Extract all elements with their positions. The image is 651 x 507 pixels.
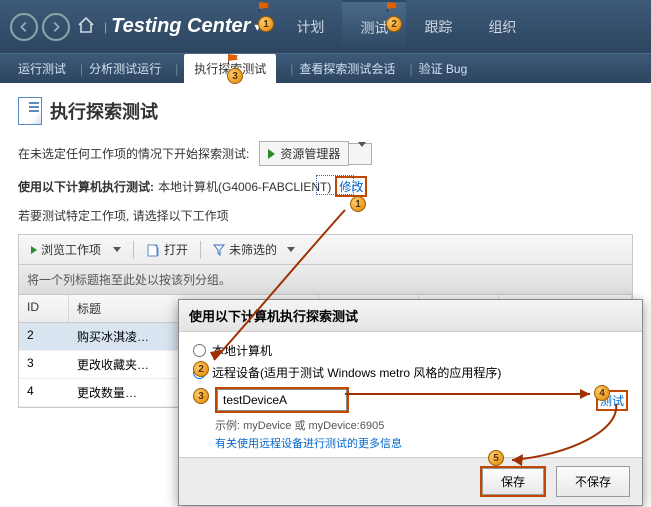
machine-value: 本地计算机(G4006-FABCLIENT)	[158, 178, 331, 195]
app-header: | Testing Center ▾ 计划 测试 跟踪 组织	[0, 0, 651, 53]
dontsave-button[interactable]: 不保存	[556, 466, 630, 497]
dialog-title: 使用以下计算机执行探索测试	[179, 300, 642, 332]
group-by-hint: 将一个列标题拖至此处以按该列分组。	[18, 265, 633, 295]
back-button[interactable]	[10, 13, 38, 41]
play-icon	[268, 149, 275, 159]
device-input[interactable]	[217, 389, 347, 411]
subnav-analyze[interactable]: 分析测试运行	[89, 60, 161, 77]
start-label: 在未选定任何工作项的情况下开始探索测试:	[18, 145, 249, 162]
open-icon	[146, 243, 160, 257]
explorer-dropdown[interactable]	[349, 143, 372, 165]
page-icon	[18, 97, 42, 125]
page-title: 执行探索测试	[50, 98, 158, 124]
filter-button[interactable]: 未筛选的	[207, 239, 301, 260]
callout-badge: 5	[488, 450, 504, 466]
subnav-review[interactable]: 查看探索测试会话	[299, 60, 395, 77]
open-button[interactable]: 打开	[140, 239, 194, 260]
callout-badge: 3	[193, 388, 209, 404]
callout-flag: 1	[256, 10, 278, 32]
machine-dialog: 使用以下计算机执行探索测试 本地计算机 远程设备(适用于测试 Windows m…	[178, 299, 643, 506]
subnav-verify[interactable]: 验证 Bug	[419, 60, 468, 77]
col-id[interactable]: ID	[19, 295, 69, 322]
explorer-button[interactable]: 资源管理器	[259, 141, 349, 166]
forward-button[interactable]	[42, 13, 70, 41]
radio-local-label: 本地计算机	[212, 342, 272, 359]
focus-outline	[316, 175, 354, 195]
grid-toolbar: 浏览工作项 打开 未筛选的	[18, 234, 633, 265]
tab-org[interactable]: 组织	[470, 0, 534, 53]
funnel-icon	[213, 244, 225, 256]
sub-nav: 运行测试 | 分析测试运行 | 执行探索测试 | 查看探索测试会话 | 验证 B…	[0, 53, 651, 83]
device-hint: 示例: myDevice 或 myDevice:6905	[215, 417, 628, 433]
subnav-run[interactable]: 运行测试	[18, 60, 66, 77]
info-link[interactable]: 有关使用远程设备进行测试的更多信息	[215, 435, 628, 451]
pick-label: 若要测试特定工作项, 请选择以下工作项	[18, 207, 229, 224]
home-button[interactable]	[76, 15, 96, 38]
browse-button[interactable]: 浏览工作项	[25, 239, 127, 260]
tab-track[interactable]: 跟踪	[406, 0, 470, 53]
save-button[interactable]: 保存	[482, 468, 544, 495]
callout-flag: 3	[225, 62, 247, 84]
callout-badge: 1	[350, 196, 366, 212]
callout-badge: 4	[594, 385, 610, 401]
radio-remote-label: 远程设备(适用于测试 Windows metro 风格的应用程序)	[212, 364, 501, 381]
play-icon	[31, 246, 37, 254]
callout-badge: 2	[193, 361, 209, 377]
app-title: Testing Center	[111, 15, 250, 38]
callout-flag: 2	[384, 10, 406, 32]
machine-label: 使用以下计算机执行测试:	[18, 178, 154, 195]
tab-plan[interactable]: 计划	[278, 0, 342, 53]
radio-local[interactable]	[193, 344, 206, 357]
